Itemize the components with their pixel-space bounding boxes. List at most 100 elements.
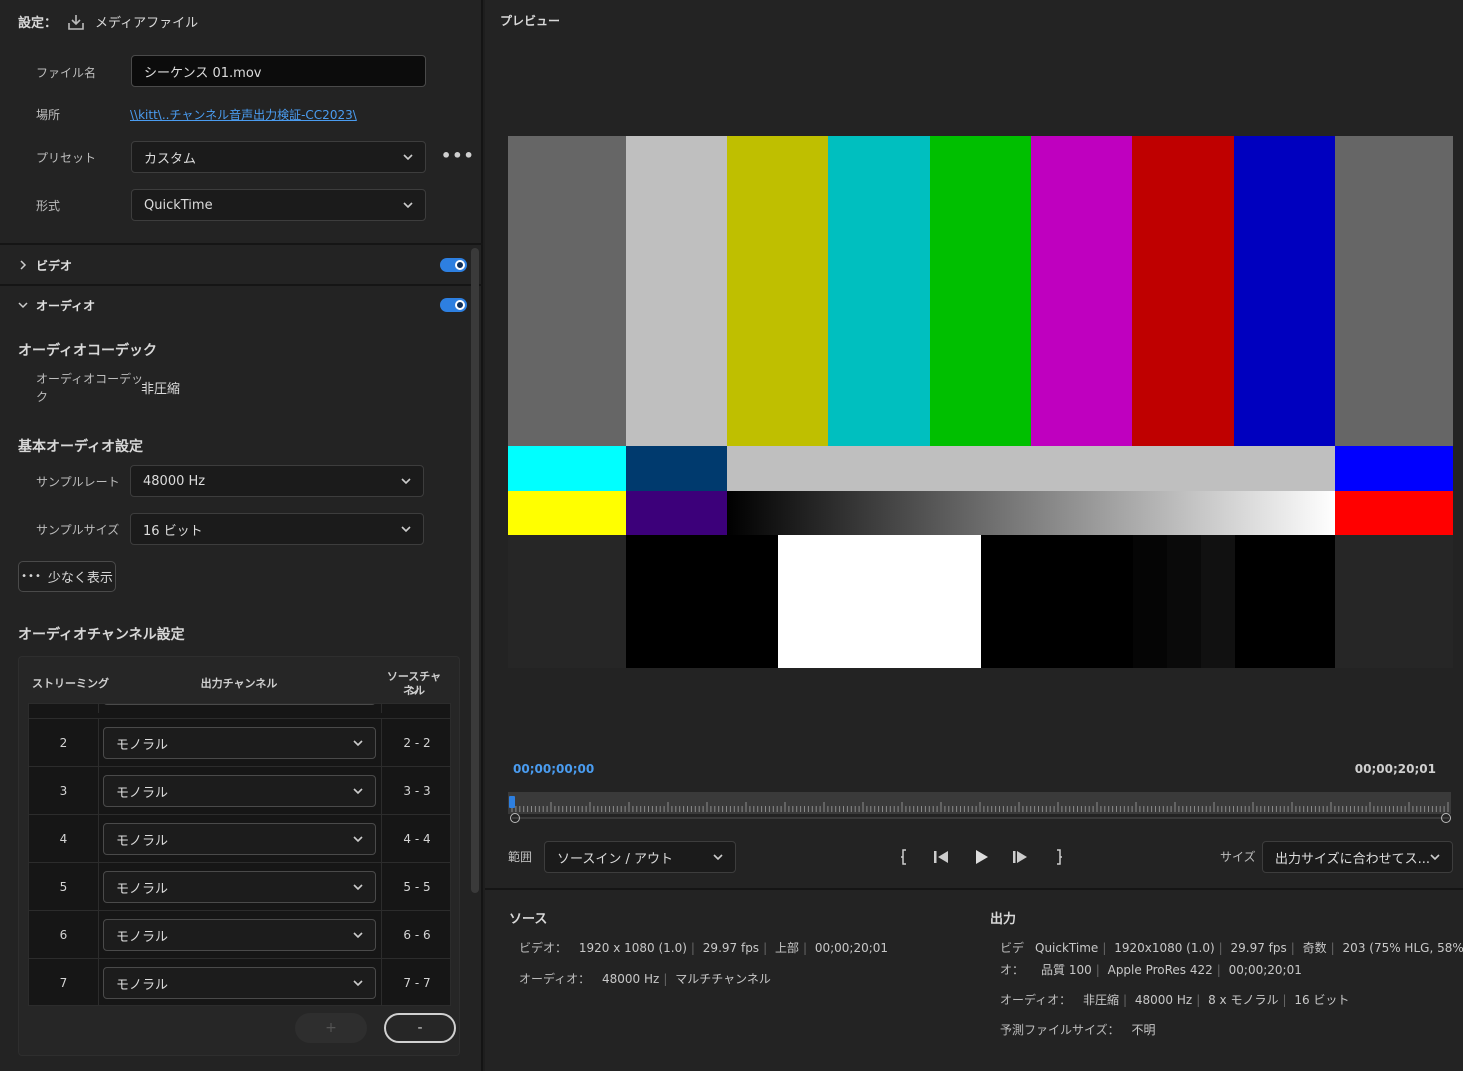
filename-value: シーケンス 01.mov — [144, 65, 262, 81]
samplerate-select[interactable]: 48000 Hz — [130, 465, 424, 497]
chevron-down-icon — [1430, 854, 1440, 861]
output-video-field: 奇数 — [1302, 941, 1327, 955]
output-channel-select[interactable]: モノラル — [103, 727, 376, 759]
play-icon[interactable] — [970, 846, 992, 868]
range-select[interactable]: ソースイン / アウト — [544, 841, 736, 873]
remove-channel-button[interactable]: - — [384, 1013, 456, 1043]
timecode-start: 00;00;00;00 — [513, 762, 595, 776]
col-streaming: ストリーミング — [32, 677, 109, 690]
separator: | — [1330, 941, 1335, 955]
preview-title: プレビュー — [500, 14, 561, 28]
in-point-handle[interactable] — [510, 813, 520, 823]
table-row: 2 モノラル 2 - 2 — [29, 718, 450, 767]
source-video-info: ビデオ： 1920 x 1080 (1.0) | 29.97 fps | 上部 | 0… — [519, 939, 888, 956]
more-options-button[interactable]: ••• — [441, 146, 475, 165]
output-channel-select[interactable]: モノラル — [103, 967, 376, 999]
out-point-handle[interactable] — [1441, 813, 1451, 823]
filename-input[interactable]: シーケンス 01.mov — [131, 55, 426, 87]
separator: | — [1282, 993, 1287, 1007]
chevron-down-icon — [403, 202, 413, 209]
filesize-label: 予測ファイルサイズ： — [1000, 1023, 1120, 1037]
source-video-fps: 29.97 fps — [702, 941, 760, 955]
download-icon — [68, 14, 84, 30]
row-source: 3 - 3 — [381, 767, 450, 815]
table-row: 6 モノラル 6 - 6 — [29, 910, 450, 959]
source-audio-rate: 48000 Hz — [602, 972, 660, 986]
output-channel-select[interactable]: モノラル — [103, 775, 376, 807]
separator: | — [1123, 993, 1128, 1007]
chevron-down-icon — [401, 526, 411, 533]
audio-toggle[interactable] — [440, 298, 467, 312]
step-forward-icon[interactable] — [1009, 846, 1031, 868]
chevron-down-icon — [403, 154, 413, 161]
color-bars-preview — [508, 136, 1453, 668]
audio-channel-heading: オーディオチャンネル設定 — [18, 627, 185, 643]
output-channel-select[interactable]: モノラル — [103, 919, 376, 951]
step-back-icon[interactable] — [930, 846, 952, 868]
samplerate-label: サンプルレート — [36, 475, 120, 489]
output-channel-select[interactable]: モノラル — [103, 871, 376, 903]
basic-audio-heading: 基本オーディオ設定 — [18, 439, 144, 455]
timecode-end: 00;00;20;01 — [1354, 762, 1436, 776]
preview-panel: プレビュー 00;00;00;00 00;00;20;01 範囲 ソースイン /… — [485, 0, 1463, 1071]
output-channel-select[interactable]: モノラル — [103, 823, 376, 855]
preset-value: カスタム — [144, 151, 197, 167]
channel-table: 2 モノラル 2 - 2 3 モノラル 3 - 3 4 モノラル 4 - 4 5… — [28, 703, 451, 1006]
playhead[interactable] — [509, 796, 515, 808]
mark-in-icon[interactable] — [893, 846, 915, 868]
chevron-down-icon — [401, 478, 411, 485]
audio-codec-value: 非圧縮 — [141, 382, 181, 397]
output-channel-value: モノラル — [116, 977, 169, 993]
table-row: 5 モノラル 5 - 5 — [29, 862, 450, 911]
export-settings-panel: 設定： メディアファイル ファイル名 シーケンス 01.mov 場所 \\kit… — [0, 0, 483, 1071]
source-video-field: 上部 — [774, 941, 799, 955]
source-video-duration: 00;00;20;01 — [814, 941, 889, 955]
separator: | — [1290, 941, 1295, 955]
samplesize-select[interactable]: 16 ビット — [130, 513, 424, 545]
output-audio-rate: 48000 Hz — [1134, 993, 1193, 1007]
output-video-quality: 品質 100 — [1041, 963, 1092, 977]
mark-out-icon[interactable] — [1048, 846, 1070, 868]
row-number: 3 — [29, 767, 99, 815]
output-heading: 出力 — [990, 912, 1017, 927]
preset-select[interactable]: カスタム — [131, 141, 426, 173]
audio-section-label: オーディオ — [36, 298, 96, 313]
range-label: 範囲 — [508, 850, 533, 864]
video-section-label: ビデオ — [36, 258, 73, 273]
audio-section-header[interactable]: オーディオ — [0, 286, 470, 324]
video-section-header[interactable]: ビデオ — [0, 246, 470, 284]
location-label: 場所 — [36, 108, 61, 122]
row-number — [29, 704, 99, 713]
output-filesize-info: 予測ファイルサイズ： 不明 — [1000, 1021, 1156, 1038]
separator: | — [1196, 993, 1201, 1007]
audio-codec-heading: オーディオコーデック — [18, 343, 158, 359]
separator: | — [763, 941, 768, 955]
scrollbar[interactable] — [471, 248, 479, 893]
divider — [0, 243, 483, 245]
show-less-button[interactable]: ••• 少なく表示 — [18, 561, 116, 592]
settings-title: 設定： — [18, 16, 58, 31]
audio-codec-label: オーディオコーデッ — [36, 372, 144, 386]
add-channel-button[interactable]: + — [295, 1013, 367, 1043]
output-video-hdr: 203 (75% HLG, 58% PQ) — [1342, 941, 1463, 955]
size-select[interactable]: 出力サイズに合わせてス... — [1262, 841, 1453, 873]
timeline-scrubber[interactable] — [508, 792, 1451, 814]
output-audio-codec: 非圧縮 — [1083, 993, 1120, 1007]
row-source: 4 - 4 — [381, 815, 450, 863]
chevron-down-icon — [353, 932, 363, 939]
output-channel-select[interactable] — [103, 704, 376, 705]
timeline-range-bar — [512, 817, 1449, 819]
samplerate-value: 48000 Hz — [143, 473, 206, 489]
row-number: 2 — [29, 719, 99, 767]
source-audio-label: オーディオ： — [519, 972, 591, 986]
location-link[interactable]: \\kitt\..チャンネル音声出力検証-CC2023\ — [130, 106, 357, 123]
source-audio-info: オーディオ： 48000 Hz | マルチチャンネル — [519, 970, 771, 987]
output-video-line2: 品質 100 | Apple ProRes 422 | 00;00;20;01 — [1041, 961, 1302, 978]
separator: | — [663, 972, 668, 986]
filesize-value: 不明 — [1131, 1023, 1156, 1037]
format-select[interactable]: QuickTime — [131, 189, 426, 221]
samplesize-value: 16 ビット — [143, 523, 203, 539]
video-toggle[interactable] — [440, 258, 467, 272]
size-value: 出力サイズに合わせてス... — [1275, 851, 1431, 867]
format-label: 形式 — [36, 199, 61, 213]
